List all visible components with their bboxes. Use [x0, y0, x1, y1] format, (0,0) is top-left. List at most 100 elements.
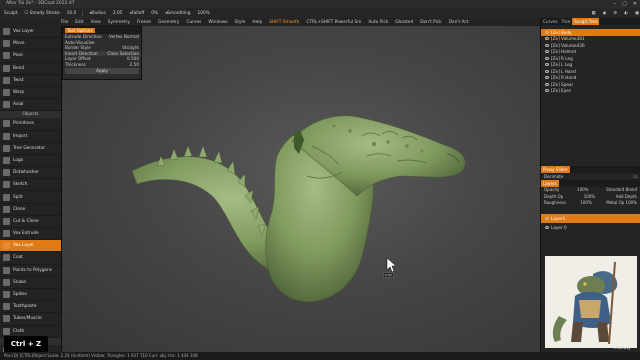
tool-tree-generator[interactable]: Tree Generator [0, 143, 61, 155]
radius-control[interactable]: ◂Radius [88, 11, 107, 16]
menu-help[interactable]: Help [251, 20, 263, 25]
tool-move[interactable]: Move [0, 38, 61, 51]
visibility-eye-icon[interactable] [545, 69, 549, 73]
visibility-eye-icon[interactable] [545, 226, 549, 229]
smoothing-value[interactable]: 100% [197, 11, 211, 16]
tool-option-value[interactable]: Vertex Normal [109, 34, 139, 39]
tool-logo[interactable]: Logo [0, 155, 61, 168]
tool-option-value[interactable]: 2.50 [130, 62, 139, 67]
visibility-eye-icon[interactable] [545, 56, 549, 60]
visibility-eye-icon[interactable] [545, 30, 549, 34]
visibility-eye-icon[interactable] [545, 76, 549, 80]
tool-label: Move [13, 41, 25, 47]
radius-value[interactable]: 2.05 [112, 11, 124, 16]
tab-layers[interactable]: Layers [541, 179, 559, 187]
tab-proxy-slider[interactable]: Proxy Slider [541, 166, 570, 173]
menu-windows[interactable]: Windows [207, 20, 228, 25]
layer-property-row[interactable]: Roughness 100% Metal Op 100% [541, 200, 640, 207]
menu-view[interactable]: View [90, 20, 102, 25]
layer-property-extra[interactable]: Add Depth [616, 194, 637, 199]
tool-bend[interactable]: Bend [0, 63, 61, 75]
layer-property-label: Roughness [544, 200, 566, 206]
tool-sketch[interactable]: Sketch [0, 179, 61, 192]
layer-property-extra[interactable]: Metal Op 100% [606, 200, 637, 205]
tool-tubes-muscle[interactable]: Tubes/Muscle [0, 313, 61, 326]
layer-property-extra[interactable]: Standard Blend [606, 187, 637, 192]
layer-item[interactable]: Layer 0 [541, 223, 640, 232]
tool-snake[interactable]: Snake [0, 277, 61, 289]
visibility-eye-icon[interactable] [545, 89, 549, 93]
menu-freeze[interactable]: Freeze [136, 20, 152, 25]
tool-option-value[interactable]: Clear Selection [107, 51, 139, 56]
tool-cut-clone[interactable]: Cut & Clone [0, 216, 61, 228]
maximize-button[interactable]: ▢ [622, 0, 627, 8]
dont-pick-toggle[interactable]: Don't Pick [419, 20, 442, 25]
stroke-value[interactable]: 16.0 [66, 11, 78, 16]
tool-clone[interactable]: Clone [0, 204, 61, 216]
tool-vox-layer-header[interactable]: Vox Layer [0, 26, 61, 39]
menu-style[interactable]: Style [234, 20, 247, 25]
tool-label: Twist [13, 77, 24, 83]
ctrl-shift-smooth-option[interactable]: CTRL+SHIFT Powerful Sm [305, 20, 362, 25]
menu-geometry[interactable]: Geometry [157, 20, 180, 25]
tool-split[interactable]: Split [0, 191, 61, 204]
tool-primitives[interactable]: Primitives [0, 118, 61, 131]
tool-twist[interactable]: Twist [0, 75, 61, 87]
sculpt-tree-tabs: Curves Tree Sculpt Tree [541, 18, 640, 25]
grid-icon[interactable]: ▦ [591, 11, 597, 16]
camera-icon[interactable]: ◉ [602, 11, 608, 16]
tool-pose[interactable]: Pose [0, 50, 61, 63]
visibility-eye-icon[interactable] [545, 37, 549, 41]
decimate-toggle-icon[interactable]: ☐ [633, 174, 637, 179]
shift-smooth-option[interactable]: SHIFT Smooth [268, 20, 300, 25]
apply-button[interactable]: Apply [65, 68, 139, 74]
perspective-icon[interactable]: ▣ [634, 11, 640, 16]
tool-option-row[interactable]: Thickness 2.50 [63, 62, 141, 68]
tool-dotwhosher[interactable]: Dotwhosher [0, 167, 61, 180]
tool-vox-layer[interactable]: Vox Layer [0, 240, 61, 253]
layer-property-value[interactable]: 100% [584, 194, 595, 199]
menu-symmetry[interactable]: Symmetry [107, 20, 131, 25]
tool-coat[interactable]: Coat [0, 252, 61, 265]
menu-edit[interactable]: Edit [74, 20, 84, 25]
tool-options-header: Tool Options [63, 27, 141, 34]
tool-options-tab[interactable]: Tool Options [65, 28, 95, 33]
ghosted-toggle[interactable]: Ghosted [394, 20, 414, 25]
tool-toothpaste[interactable]: Toothpaste [0, 301, 61, 314]
smoothing-control[interactable]: ◂Smoothing [164, 11, 191, 16]
falloff-control[interactable]: ◂Falloff [128, 11, 145, 16]
tool-import[interactable]: Import [0, 131, 61, 143]
auto-pick-toggle[interactable]: Auto Pick [367, 20, 389, 25]
tab-curves[interactable]: Curves [541, 18, 560, 25]
layer-property-row[interactable]: Depth Op 100% Add Depth [541, 193, 640, 200]
layer-property-value[interactable]: 100% [580, 200, 591, 205]
tool-axial[interactable]: Axial [0, 99, 61, 112]
tab-tree[interactable]: Tree [560, 18, 573, 25]
settings-icon[interactable]: ⚙ [612, 11, 618, 16]
cursor-tooltip: 0.50 [383, 272, 394, 278]
visibility-eye-icon[interactable] [545, 50, 549, 54]
menu-file[interactable]: File [60, 20, 69, 25]
layer-property-value[interactable]: 100% [577, 187, 588, 192]
tool-option-value[interactable]: Straight [122, 45, 139, 50]
visibility-eye-icon[interactable] [545, 217, 549, 220]
steady-stroke-toggle[interactable]: ☐ Steady Stroke [23, 11, 60, 16]
minimize-button[interactable]: – [614, 0, 617, 8]
tool-points-to-polygons[interactable]: Points to Polygons [0, 265, 61, 277]
tool-vox-extrude[interactable]: Vox Extrude [0, 228, 61, 241]
tool-spikes[interactable]: Spikes [0, 289, 61, 302]
close-button[interactable]: ✕ [633, 0, 637, 8]
falloff-value[interactable]: 0% [150, 11, 159, 16]
visibility-eye-icon[interactable] [545, 43, 549, 47]
visibility-eye-icon[interactable] [545, 82, 549, 86]
visibility-icon[interactable]: ◐ [623, 11, 629, 16]
objects-section-header[interactable]: Objects [0, 111, 61, 119]
dont-act-toggle[interactable]: Don't Act [448, 20, 470, 25]
tool-warp[interactable]: Warp [0, 87, 61, 100]
menu-curves[interactable]: Curves [185, 20, 202, 25]
tool-selector-dropdown[interactable]: Sculpt [3, 11, 18, 16]
tool-option-value[interactable]: 0.500 [127, 56, 139, 61]
layer-item[interactable]: Layer1 [541, 214, 640, 223]
tab-sculpt-tree[interactable]: Sculpt Tree [572, 18, 600, 25]
visibility-eye-icon[interactable] [545, 63, 549, 67]
